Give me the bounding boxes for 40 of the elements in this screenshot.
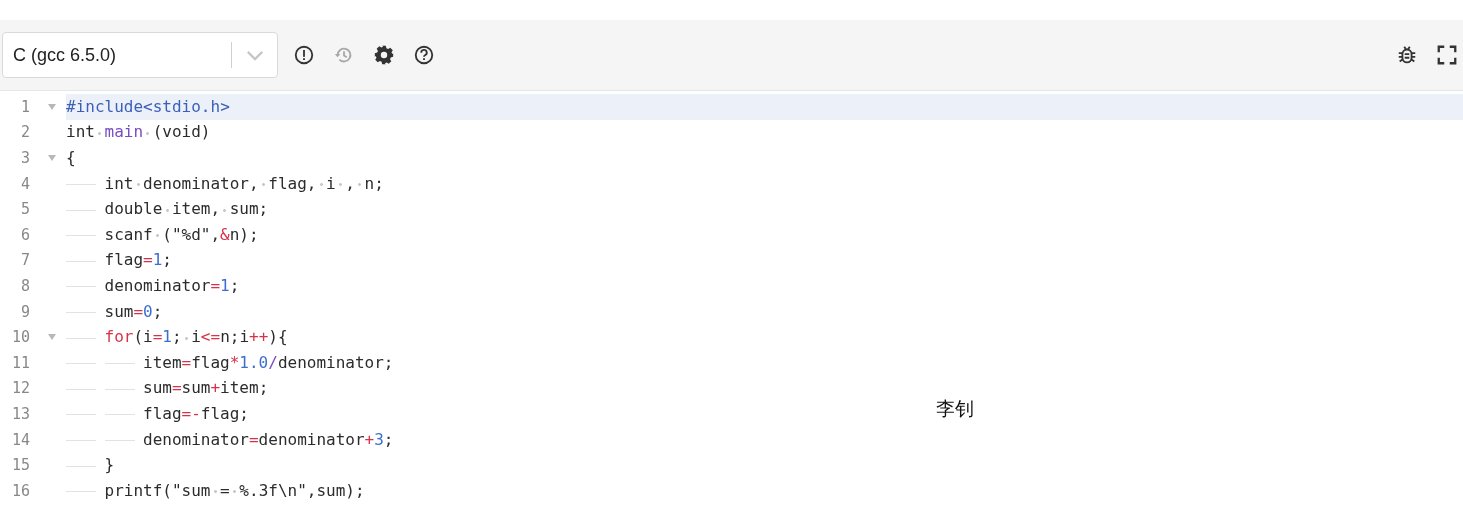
code-line: for(i=1; i<=n;i++){ bbox=[66, 327, 288, 348]
language-select[interactable]: C (gcc 6.5.0) bbox=[2, 32, 278, 78]
chevron-down-icon bbox=[245, 49, 264, 61]
fullscreen-icon bbox=[1436, 44, 1458, 66]
code-line: sum=0; bbox=[66, 301, 163, 322]
code-line: int main (void) bbox=[66, 122, 211, 143]
code-line: item=flag*1.0/denominator; bbox=[66, 352, 394, 373]
code-line: { bbox=[66, 148, 76, 168]
line-number: 9 bbox=[19, 302, 30, 321]
line-number: 7 bbox=[19, 251, 30, 270]
code-line: flag=-flag; bbox=[66, 403, 249, 424]
code-line: printf("sum = %.3f\n",sum); bbox=[66, 480, 365, 501]
line-number: 8 bbox=[19, 276, 30, 295]
settings-icon bbox=[373, 44, 395, 66]
code-line: sum=sum+item; bbox=[66, 378, 269, 399]
line-number: 2 bbox=[19, 123, 30, 142]
code-line: } bbox=[66, 455, 115, 476]
code-line: scanf ("%d",&n); bbox=[66, 224, 259, 245]
code-line: flag=1; bbox=[66, 250, 172, 271]
line-number: 6 bbox=[19, 225, 30, 244]
line-number: 12 bbox=[10, 379, 30, 398]
line-number: 5 bbox=[19, 200, 30, 219]
line-number: 10 bbox=[10, 328, 30, 347]
line-number: 15 bbox=[10, 456, 30, 475]
line-number: 3 bbox=[19, 149, 30, 167]
exclamation-icon bbox=[293, 44, 315, 66]
line-number: 11 bbox=[10, 353, 30, 372]
code-line: double item, sum; bbox=[66, 199, 269, 220]
bug-icon bbox=[1396, 44, 1418, 66]
line-number: 16 bbox=[10, 481, 30, 500]
code-line: denominator=1; bbox=[66, 275, 240, 296]
line-number: 1 bbox=[19, 97, 30, 116]
code-line: int denominator, flag, i , n; bbox=[66, 173, 384, 194]
line-number: 13 bbox=[10, 404, 30, 423]
line-number: 14 bbox=[10, 430, 30, 449]
help-icon bbox=[413, 44, 435, 66]
overlay-note: 李钊 bbox=[936, 396, 974, 421]
line-number: 4 bbox=[19, 174, 30, 193]
code-line: denominator=denominator+3; bbox=[66, 429, 394, 450]
code-line: #include<stdio.h> bbox=[66, 96, 230, 117]
